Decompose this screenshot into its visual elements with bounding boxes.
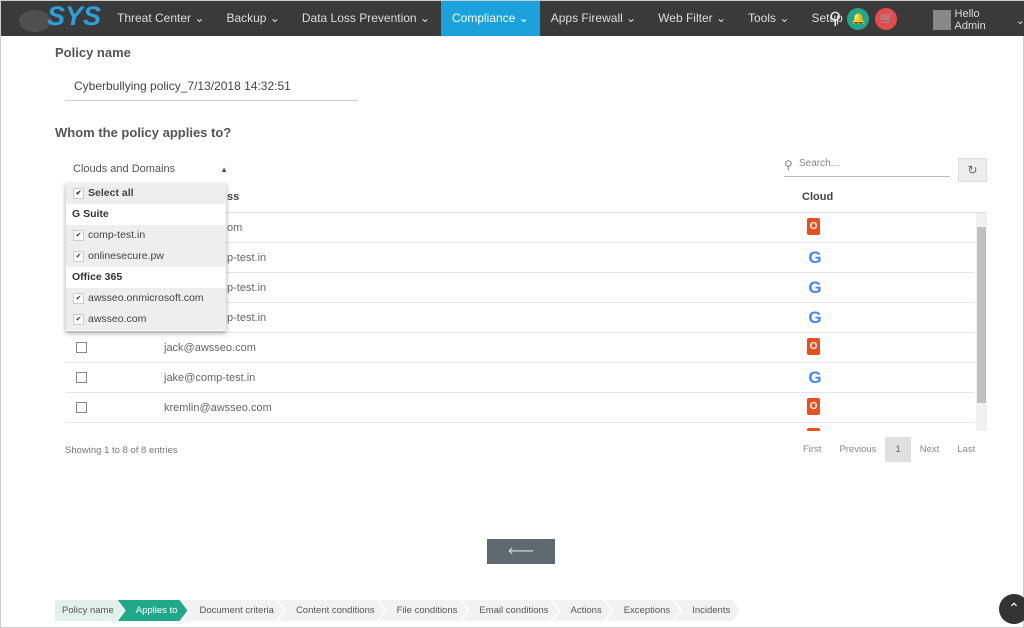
cloud-header[interactable]: Cloud <box>802 191 833 203</box>
table-row: jack@awsseo.com O <box>65 333 975 363</box>
search-placeholder: Search... <box>799 158 840 169</box>
logo[interactable]: SYS <box>19 1 101 34</box>
row-email: kremlin@awsseo.com <box>164 402 272 414</box>
page-next[interactable]: Next <box>911 437 949 462</box>
row-email: om <box>227 222 243 234</box>
domain-option[interactable]: onlinesecure.pw <box>66 246 226 267</box>
row-email: p-test.in <box>227 252 267 264</box>
chevron-down-icon: ⌄ <box>416 11 430 25</box>
top-nav: SYS Threat Center ⌄ Backup ⌄ Data Loss Pre… <box>1 1 1024 36</box>
chevron-down-icon: ⌄ <box>1015 14 1024 27</box>
step-email-conditions[interactable]: Email conditions <box>461 600 558 621</box>
clouds-domains-dropdown[interactable]: Clouds and Domains ▲ <box>73 163 228 175</box>
row-email: p-test.in <box>227 312 267 324</box>
office365-icon: O <box>807 398 820 415</box>
nav-item-label: Compliance <box>451 11 516 25</box>
table-row: jake@comp-test.in G <box>65 363 975 393</box>
search-icon: ⚲ <box>784 158 793 172</box>
step-actions[interactable]: Actions <box>553 600 612 621</box>
step-document-criteria[interactable]: Document criteria <box>181 600 283 621</box>
nav-item-compliance[interactable]: Compliance ⌄ <box>440 1 540 36</box>
nav-item-tools[interactable]: Tools ⌄ <box>737 1 800 36</box>
table-row: kremlin@awsseo.com O <box>65 393 975 423</box>
chevron-up-icon: ⌃ <box>1008 600 1020 616</box>
google-icon: G <box>808 278 822 297</box>
applies-to-label: Whom the policy applies to? <box>55 125 232 140</box>
nav-item-threat-center[interactable]: Threat Center ⌄ <box>106 1 215 36</box>
scrollbar-thumb[interactable] <box>977 227 986 403</box>
row-checkbox[interactable] <box>76 402 87 413</box>
page-1[interactable]: 1 <box>885 437 911 462</box>
bell-icon[interactable]: 🔔 <box>847 8 870 30</box>
chevron-down-icon: ⌄ <box>622 11 637 25</box>
cart-icon[interactable]: 🛒 <box>875 8 898 30</box>
entries-info: Showing 1 to 8 of 8 entries <box>65 445 178 456</box>
chevron-down-icon: ⌄ <box>776 11 790 25</box>
step-applies-to[interactable]: Applies to <box>118 600 188 621</box>
nav-item-label: Threat Center <box>117 11 192 25</box>
step-policy-name[interactable]: Policy name <box>55 600 124 621</box>
row-email: jack@awsseo.com <box>164 342 256 354</box>
user-menu[interactable]: Hello Admin ⌄ <box>933 8 1024 32</box>
clouds-domains-menu: Select all G Suite comp-test.inonlinesecur… <box>66 183 226 331</box>
office365-icon: O <box>807 338 820 355</box>
policy-name-input[interactable]: Cyberbullying policy_7/13/2018 14:32:51 <box>65 79 358 101</box>
nav-item-label: Apps Firewall <box>550 11 623 25</box>
row-email: p-test.in <box>227 282 267 294</box>
table-row: O <box>65 423 975 431</box>
scrollbar[interactable] <box>976 213 987 431</box>
row-checkbox[interactable] <box>76 372 87 383</box>
step-exceptions[interactable]: Exceptions <box>606 600 680 621</box>
refresh-icon: ↻ <box>967 163 978 177</box>
policy-name-label: Policy name <box>55 45 131 60</box>
google-icon: G <box>808 308 822 327</box>
step-incidents[interactable]: Incidents <box>674 600 740 621</box>
domain-option[interactable]: awsseo.com <box>66 309 226 330</box>
nav-item-label: Data Loss Prevention <box>301 11 417 25</box>
dropdown-label: Clouds and Domains <box>73 163 176 175</box>
group-header: Office 365 <box>72 271 123 283</box>
caret-up-icon: ▲ <box>220 165 229 174</box>
office365-icon: O <box>807 428 820 431</box>
previous-label: Previous <box>501 571 541 582</box>
search-input[interactable]: ⚲ Search... <box>784 158 950 177</box>
group-header: G Suite <box>72 208 109 220</box>
chevron-down-icon: ⌄ <box>266 11 280 25</box>
domain-option[interactable]: awsseo.onmicrosoft.com <box>66 288 226 309</box>
step-file-conditions[interactable]: File conditions <box>379 600 468 621</box>
user-greeting: Hello Admin <box>954 8 986 32</box>
page-first[interactable]: First <box>794 437 830 462</box>
scroll-top-button[interactable]: ⌃ <box>999 594 1024 624</box>
select-all-option[interactable]: Select all <box>66 183 226 204</box>
search-icon[interactable]: ⚲ <box>829 9 841 29</box>
refresh-button[interactable]: ↻ <box>958 158 987 182</box>
pagination: First Previous 1 Next Last <box>794 437 984 462</box>
email-header[interactable]: ss <box>227 191 239 203</box>
page-previous[interactable]: Previous <box>830 437 885 462</box>
office365-icon: O <box>807 218 820 235</box>
arrow-left-icon: 🡐 <box>507 546 535 557</box>
page-last[interactable]: Last <box>948 437 984 462</box>
row-email: jake@comp-test.in <box>164 372 256 384</box>
chevron-down-icon: ⌄ <box>712 11 727 25</box>
google-icon: G <box>808 248 822 267</box>
nav-item-label: Tools <box>748 11 777 25</box>
nav-item-label: Web Filter <box>658 11 713 25</box>
nav-item-apps-firewall[interactable]: Apps Firewall ⌄ <box>540 1 647 36</box>
wizard-steps: Policy name Applies to Document criteria Co… <box>55 600 734 621</box>
google-icon: G <box>808 368 822 387</box>
domain-option[interactable]: comp-test.in <box>66 225 226 246</box>
nav-item-backup[interactable]: Backup ⌄ <box>215 1 290 36</box>
step-content-conditions[interactable]: Content conditions <box>278 600 385 621</box>
chevron-down-icon: ⌄ <box>515 11 529 25</box>
previous-button[interactable]: 🡐 Previous <box>487 539 555 582</box>
nav-item-label: Backup <box>226 11 267 25</box>
nav-item-web-filter[interactable]: Web Filter ⌄ <box>647 1 737 36</box>
row-checkbox[interactable] <box>76 342 87 353</box>
logo-text: SYS <box>47 1 102 31</box>
chevron-down-icon: ⌄ <box>191 11 205 25</box>
nav-item-data-loss-prevention[interactable]: Data Loss Prevention ⌄ <box>291 1 441 36</box>
avatar <box>933 10 951 30</box>
